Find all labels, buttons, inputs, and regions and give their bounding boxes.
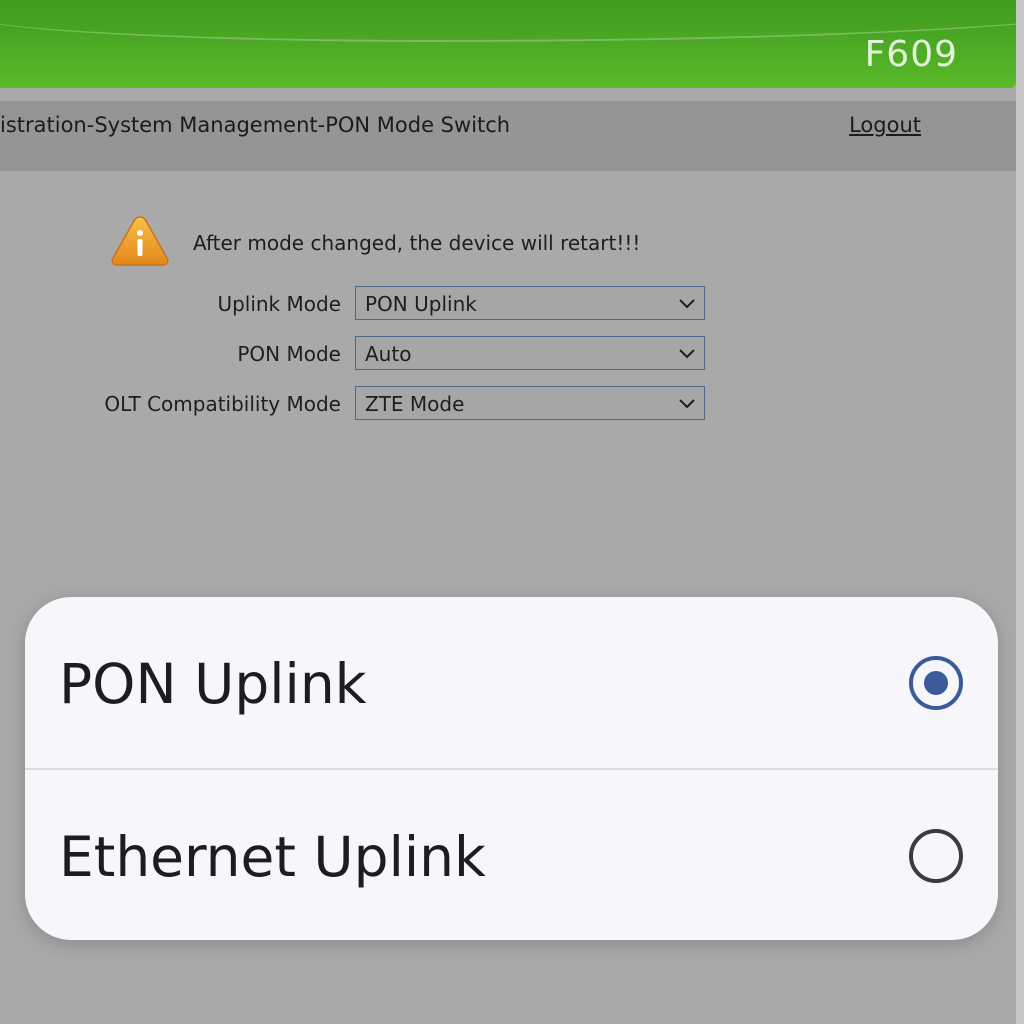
uplink-mode-value: PON Uplink	[365, 292, 477, 316]
breadcrumb-bar: istration-System Management-PON Mode Swi…	[0, 101, 1016, 171]
radio-selected-icon[interactable]	[909, 656, 963, 710]
logout-link[interactable]: Logout	[849, 113, 921, 137]
breadcrumb: istration-System Management-PON Mode Swi…	[0, 113, 511, 137]
chevron-down-icon	[679, 299, 695, 309]
warning-message: After mode changed, the device will reta…	[193, 231, 641, 255]
radio-unselected-icon[interactable]	[909, 829, 963, 883]
pon-mode-row: PON Mode Auto	[0, 336, 1016, 372]
header-banner: F609	[0, 0, 1016, 88]
olt-mode-label: OLT Compatibility Mode	[104, 392, 341, 416]
page-edge	[1016, 0, 1024, 1024]
chevron-down-icon	[679, 399, 695, 409]
pon-mode-label: PON Mode	[237, 342, 341, 366]
warning-icon	[111, 216, 169, 266]
device-model: F609	[864, 34, 958, 75]
option-pon-uplink[interactable]: PON Uplink	[25, 597, 998, 768]
pon-mode-value: Auto	[365, 342, 412, 366]
olt-mode-select[interactable]: ZTE Mode	[355, 386, 705, 420]
option-ethernet-uplink[interactable]: Ethernet Uplink	[25, 770, 998, 940]
chevron-down-icon	[679, 349, 695, 359]
olt-mode-row: OLT Compatibility Mode ZTE Mode	[0, 386, 1016, 422]
pon-mode-select[interactable]: Auto	[355, 336, 705, 370]
option-label: Ethernet Uplink	[59, 825, 486, 889]
uplink-mode-label: Uplink Mode	[217, 292, 341, 316]
uplink-mode-picker-dialog: PON Uplink Ethernet Uplink	[25, 597, 998, 940]
olt-mode-value: ZTE Mode	[365, 392, 465, 416]
uplink-mode-select[interactable]: PON Uplink	[355, 286, 705, 320]
option-label: PON Uplink	[59, 652, 367, 716]
uplink-mode-row: Uplink Mode PON Uplink	[0, 286, 1016, 322]
